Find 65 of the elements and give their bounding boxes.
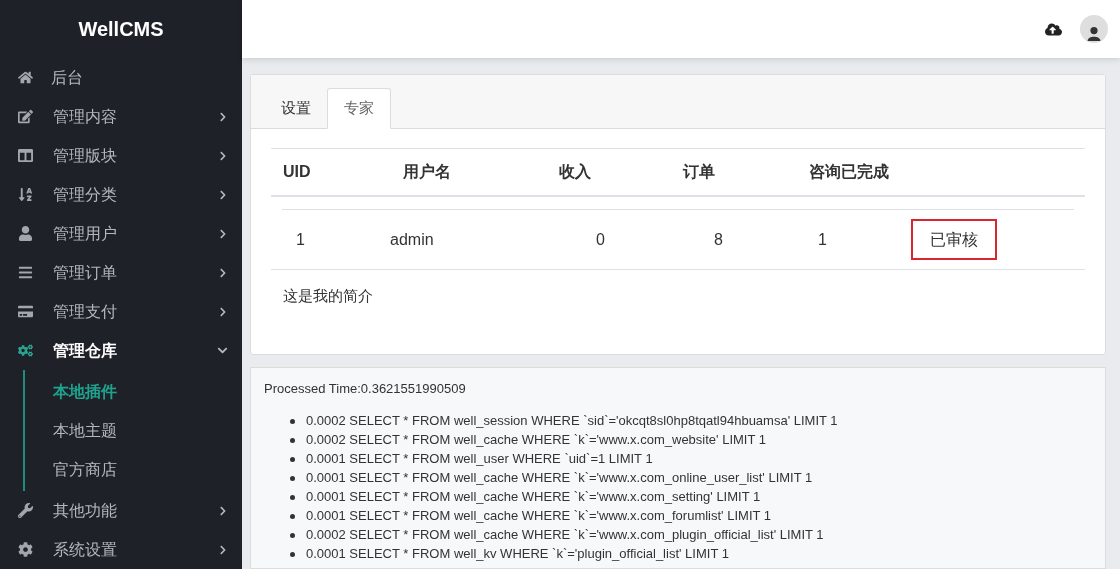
chevron-right-icon <box>218 306 228 317</box>
bullet-icon <box>290 532 295 538</box>
sql-query: 0.0001 SELECT * FROM well_cache WHERE `k`='www.x.com_setting' LIMIT 1 <box>306 488 761 507</box>
chevron-right-icon <box>218 505 228 516</box>
avatar[interactable] <box>1080 15 1108 43</box>
home-icon <box>18 70 33 85</box>
column-header: UID <box>283 162 312 182</box>
intro-text: 这是我的简介 <box>282 287 373 304</box>
processed-time: Processed Time:0.3621551990509 <box>264 380 466 398</box>
sidebar-subitem[interactable]: 官方商店 <box>25 450 242 489</box>
column-header: 收入 <box>559 162 592 182</box>
bullet-icon <box>290 418 295 424</box>
table-cell-text: 1 <box>295 229 306 250</box>
bullet-icon <box>290 437 295 443</box>
edit-icon <box>18 109 33 124</box>
sidebar-item[interactable]: 其他功能 <box>0 491 242 530</box>
sidebar-item[interactable]: 管理仓库 <box>0 331 242 370</box>
column-header: 用户名 <box>402 162 452 182</box>
sql-query: 0.0002 SELECT * FROM well_cache WHERE `k`='www.x.com_website' LIMIT 1 <box>306 431 766 450</box>
gears-icon <box>18 343 33 358</box>
chevron-down-icon <box>217 345 228 356</box>
bullet-icon <box>290 475 295 481</box>
sql-query: 0.0002 SELECT * FROM well_session WHERE `sid`='okcqt8sl0hp8tqatl94hbuamsa' LIMIT 1 <box>306 412 838 431</box>
chevron-right-icon <box>218 189 228 200</box>
list-icon <box>18 265 33 280</box>
chevron-right-icon <box>218 111 228 122</box>
sidebar-item[interactable]: 管理订单 <box>0 253 242 292</box>
bullet-icon <box>290 494 295 500</box>
columns-icon <box>18 148 33 163</box>
table-cell-text: admin <box>390 229 435 250</box>
sidebar-item[interactable]: 管理分类 <box>0 175 242 214</box>
tab[interactable]: 设置 <box>265 88 327 129</box>
sidebar-subitem[interactable]: 本地插件 <box>25 372 242 411</box>
bullet-icon <box>290 551 295 557</box>
sidebar-item[interactable]: 管理版块 <box>0 136 242 175</box>
sidebar-item[interactable]: 后台 <box>0 58 242 97</box>
user-icon <box>18 226 33 241</box>
sql-query: 0.0001 SELECT * FROM well_user WHERE `uid`=1 LIMIT 1 <box>306 450 653 469</box>
status-badge: 已审核 <box>911 219 997 260</box>
sidebar-subitem[interactable]: 本地主题 <box>25 411 242 450</box>
credit-card-icon <box>18 304 33 319</box>
table-cell-text: 8 <box>713 229 724 250</box>
table-cell-text: 1 <box>817 229 828 250</box>
table-cell-text: 0 <box>595 229 606 250</box>
sort-icon <box>18 187 33 202</box>
bullet-icon <box>290 513 295 519</box>
sql-query: 0.0001 SELECT * FROM well_kv WHERE `k`='plugin_official_list' LIMIT 1 <box>306 545 729 564</box>
sql-query: 0.0002 SELECT * FROM well_cache WHERE `k`='www.x.com_plugin_official_list' LIMIT 1 <box>306 526 824 545</box>
chevron-right-icon <box>218 267 228 278</box>
sql-query: 0.0001 SELECT * FROM well_cache WHERE `k`='www.x.com_forumlist' LIMIT 1 <box>306 507 772 526</box>
bullet-icon <box>290 456 295 462</box>
sql-query: 0.0001 SELECT * FROM well_cache WHERE `k`='www.x.com_online_user_list' LIMIT 1 <box>306 469 813 488</box>
sidebar-item[interactable]: 管理内容 <box>0 97 242 136</box>
sidebar-item[interactable]: 管理支付 <box>0 292 242 331</box>
column-header: 咨询已完成 <box>809 162 890 182</box>
column-header: 订单 <box>683 162 716 182</box>
chevron-right-icon <box>218 150 228 161</box>
wrench-icon <box>18 503 33 518</box>
sidebar-item[interactable]: 系统设置 <box>0 530 242 569</box>
chevron-right-icon <box>218 544 228 555</box>
sidebar-item[interactable]: 管理用户 <box>0 214 242 253</box>
tab[interactable]: 专家 <box>327 88 391 129</box>
brand-logo[interactable]: WellCMS <box>78 14 164 44</box>
chevron-right-icon <box>218 228 228 239</box>
settings-icon <box>18 542 33 557</box>
